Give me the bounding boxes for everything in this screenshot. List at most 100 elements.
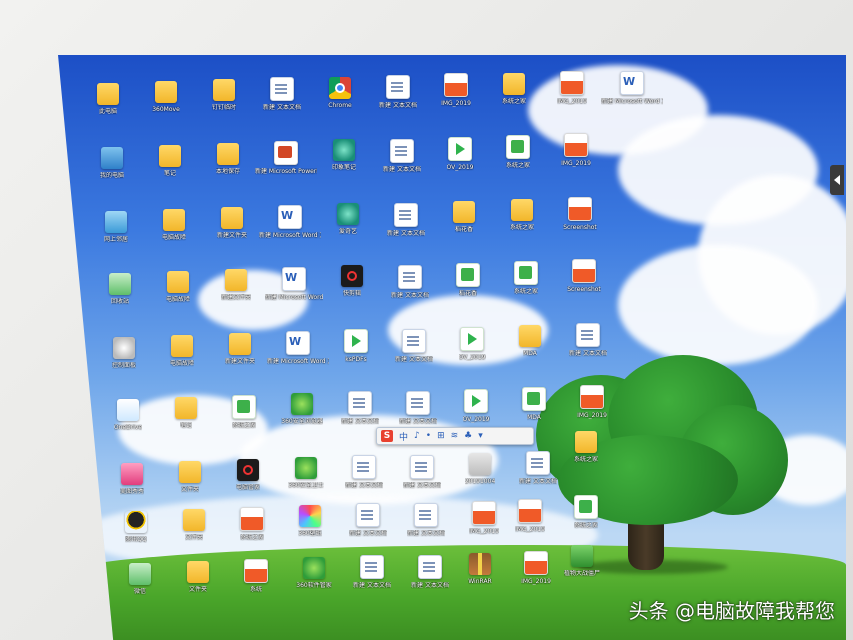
desktop-icon[interactable]: 新建 文本文档 <box>342 555 402 589</box>
desktop-icon[interactable]: 系统 <box>226 559 286 593</box>
desktop-icon[interactable]: 笔记 <box>140 145 200 177</box>
ime-item-menu[interactable]: ▾ <box>478 431 483 441</box>
desktop-icon[interactable]: 文件夹 <box>168 561 228 593</box>
desktop-icon[interactable]: 系统之家 <box>492 199 552 231</box>
desktop-icon[interactable]: 笔记 <box>156 397 216 429</box>
desktop-icon[interactable]: 美图秀秀 <box>102 463 162 495</box>
desktop-icon-label: 电脑管家 <box>235 484 260 491</box>
desktop-icon-label: 稻花香 <box>454 226 473 233</box>
side-panel-tab-icon[interactable] <box>830 165 844 195</box>
word-file-icon <box>620 71 644 95</box>
desktop-icon[interactable]: 新建文件夹 <box>210 333 270 365</box>
desktop-icon[interactable]: 新建 文本文档 <box>338 503 398 537</box>
desktop-icon[interactable]: 新建 Microsoft Word 文档 <box>601 71 663 105</box>
desktop-icon[interactable]: 我的电脑 <box>82 147 142 179</box>
ime-item-tools[interactable]: ♣ <box>464 431 472 441</box>
desktop-icon[interactable]: IMG_2019 <box>500 499 560 533</box>
image-file-icon <box>524 551 548 575</box>
ime-toolbar[interactable]: S 中 ♪ • ⊞ ≋ ♣ ▾ <box>376 427 534 445</box>
desktop-icon[interactable]: OneDrive <box>98 399 158 431</box>
desktop-icon-label: 新建 文本文档 <box>391 292 429 299</box>
desktop-icon[interactable]: 钉钉临时 <box>194 79 254 111</box>
desktop-icon[interactable]: 新建 文本文档 <box>330 391 390 425</box>
desktop-icon[interactable]: 控制面板 <box>94 337 154 369</box>
desktop-icon[interactable]: OV_2019 <box>446 389 506 423</box>
desktop-icon[interactable]: 系统之家 <box>484 73 544 105</box>
desktop-icon[interactable]: 新建文件夹 <box>206 269 266 301</box>
desktop-icon[interactable]: 印象笔记 <box>314 139 374 171</box>
desktop-icon[interactable]: 360安全卫士 <box>276 457 336 489</box>
desktop-icon[interactable]: 文件夹 <box>160 461 220 493</box>
ime-item-keyboard[interactable]: ⊞ <box>437 431 445 441</box>
desktop-icon[interactable]: 新建 Microsoft Word 文档 <box>267 331 329 365</box>
desktop-icon[interactable]: 新建文件夹 <box>202 207 262 239</box>
ime-item-dot[interactable]: • <box>426 431 431 441</box>
desktop-icon[interactable]: 360壁纸 <box>280 505 340 537</box>
desktop-icon[interactable]: 新建 Microsoft PowerPoint <box>255 141 317 175</box>
archive-icon <box>469 553 491 575</box>
ime-item-lang[interactable]: 中 <box>399 430 408 443</box>
ime-logo-icon[interactable]: S <box>381 430 393 442</box>
desktop-icon[interactable]: 新建 文本文档 <box>372 139 432 173</box>
ime-item-punct[interactable]: ♪ <box>414 431 420 441</box>
desktop-icon[interactable]: 新建 文本文档 <box>376 203 436 237</box>
desktop-icon[interactable]: 系统之家 <box>488 135 548 169</box>
desktop-icon[interactable]: WinRAR <box>450 553 510 585</box>
desktop-icon[interactable]: 系统之家 <box>556 431 616 463</box>
desktop-icon[interactable]: 新建 文本文档 <box>392 455 452 489</box>
desktop-icon[interactable]: Chrome <box>310 77 370 109</box>
desktop-icon[interactable]: 系统之家 <box>496 261 556 295</box>
desktop-icon[interactable]: 新建 Microsoft Word 文档 <box>259 205 321 239</box>
desktop-icon[interactable]: 文件夹 <box>164 509 224 541</box>
desktop-icon[interactable]: 系统之家 <box>214 395 274 429</box>
desktop-icon-label: 我的电脑 <box>99 172 124 179</box>
desktop-icon[interactable]: 系统之家 <box>222 507 282 541</box>
desktop-icon[interactable]: 新建 文本文档 <box>368 75 428 109</box>
desktop-icon[interactable]: 此电脑 <box>78 83 138 115</box>
desktop-icon[interactable]: 360软件管家 <box>284 557 344 589</box>
desktop-icon[interactable]: 电脑管家 <box>218 459 278 491</box>
desktop-icon[interactable]: 回收站 <box>90 273 150 305</box>
desktop-icon[interactable]: 新建 Microsoft Word <box>264 267 324 301</box>
desktop-icon[interactable]: MDA <box>500 325 560 357</box>
desktop-icon[interactable]: 爱奇艺 <box>318 203 378 235</box>
desktop-icon[interactable]: IMG_2019 <box>546 133 606 167</box>
desktop-icon[interactable]: 稻花香 <box>438 263 498 297</box>
desktop-icon[interactable]: 新建 文本文档 <box>388 391 448 425</box>
desktop-icon[interactable]: 360Move <box>136 81 196 113</box>
desktop-icon[interactable]: 360安全浏览器 <box>272 393 332 425</box>
desktop-icon[interactable]: Screenshot <box>550 197 610 231</box>
desktop-icon[interactable]: OV_2019 <box>442 327 502 361</box>
desktop-icon[interactable]: IMG_2019 <box>542 71 602 105</box>
desktop-icon[interactable]: 网上邻居 <box>86 211 146 243</box>
desktop-icon[interactable]: MDA <box>504 387 564 421</box>
desktop-icon[interactable]: 微信 <box>110 563 170 595</box>
desktop-icon[interactable]: IMG_2019 <box>562 385 622 419</box>
desktop-icon[interactable]: 新建 文本文档 <box>384 329 444 363</box>
desktop-icon[interactable]: Screenshot <box>554 259 614 293</box>
desktop-icon[interactable]: 植物大战僵尸 <box>552 545 612 577</box>
ime-item-skin[interactable]: ≋ <box>451 431 459 441</box>
text-file-icon <box>526 451 550 475</box>
desktop-icon[interactable]: 电脑故障 <box>144 209 204 241</box>
desktop-icon[interactable]: 新建 文本文档 <box>252 77 312 111</box>
desktop-icon-label: OV_2019 <box>458 354 486 361</box>
desktop-icon[interactable]: 新建 文本文档 <box>558 323 618 357</box>
desktop-icon[interactable]: 新建 文本文档 <box>334 455 394 489</box>
desktop-icon[interactable]: OV_2019 <box>430 137 490 171</box>
desktop-icon[interactable]: ksPDFs <box>326 329 386 363</box>
text-file-icon <box>576 323 600 347</box>
desktop-icon[interactable]: 腾讯QQ <box>106 511 166 543</box>
desktop-icon[interactable]: 本地保存 <box>198 143 258 175</box>
desktop-icon[interactable]: 快剪辑 <box>322 265 382 297</box>
desktop-icon[interactable]: 新建 文本文档 <box>396 503 456 537</box>
desktop-icon[interactable]: 稻花香 <box>434 201 494 233</box>
desktop-icon[interactable]: IMG_2019 <box>426 73 486 107</box>
desktop-icon[interactable]: 电脑故障 <box>152 335 212 367</box>
desktop-icon-label: 稻花香 <box>458 290 477 297</box>
desktop-icon[interactable]: 电脑故障 <box>148 271 208 303</box>
desktop-icon[interactable]: 20191004 <box>450 453 510 485</box>
text-file-icon <box>398 265 422 289</box>
desktop-icon[interactable]: 系统之家 <box>556 495 616 529</box>
desktop-icon[interactable]: 新建 文本文档 <box>380 265 440 299</box>
